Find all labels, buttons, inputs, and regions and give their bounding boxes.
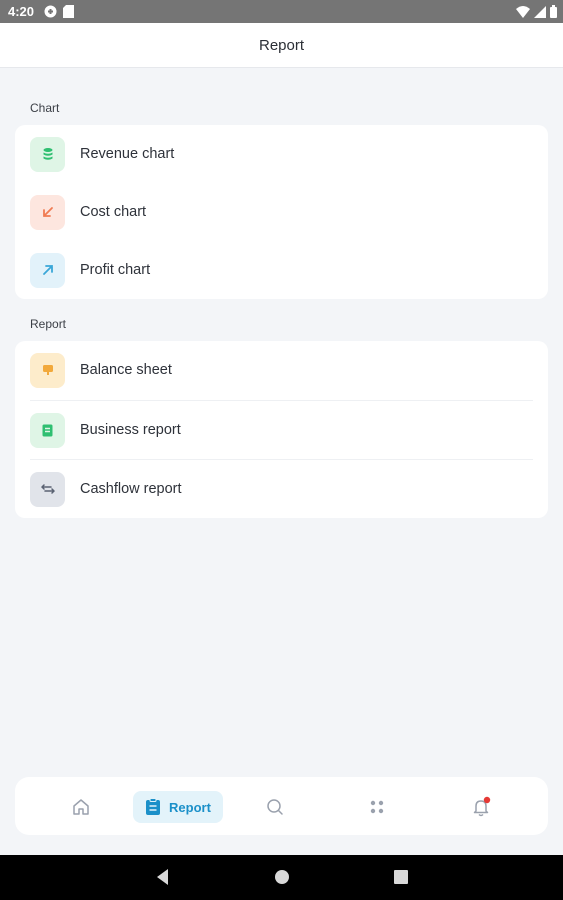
database-icon <box>30 136 65 172</box>
app-header: Report <box>0 23 563 68</box>
nav-apps[interactable] <box>365 791 389 823</box>
list-item-label: Balance sheet <box>80 362 172 378</box>
app-notification-icon <box>44 5 57 18</box>
nav-report[interactable]: Report <box>133 791 223 823</box>
battery-icon <box>550 5 557 18</box>
status-left-icons <box>44 5 74 18</box>
document-icon <box>30 412 65 448</box>
apps-icon <box>370 800 384 814</box>
report-icon <box>146 798 161 815</box>
list-item-profit-chart[interactable]: Profit chart <box>15 241 548 299</box>
list-item-business-report[interactable]: Business report <box>15 401 548 459</box>
bottom-nav: Report <box>15 777 548 835</box>
report-card: Balance sheet Business report Cashflow r… <box>15 341 548 518</box>
status-right-icons <box>516 5 557 18</box>
system-nav-bar <box>0 855 563 900</box>
sd-card-icon <box>63 5 74 18</box>
transfer-icon <box>30 471 65 507</box>
nav-home[interactable] <box>69 791 93 823</box>
nav-notifications[interactable] <box>469 791 493 823</box>
page-title: Report <box>258 36 305 54</box>
list-item-label: Business report <box>80 422 181 438</box>
list-item-cost-chart[interactable]: Cost chart <box>15 183 548 241</box>
search-icon <box>267 799 283 815</box>
home-icon <box>73 799 89 815</box>
section-label-report: Report <box>30 317 67 331</box>
notification-dot <box>483 796 491 804</box>
section-label-chart: Chart <box>30 101 60 115</box>
recents-icon[interactable] <box>394 870 408 884</box>
list-item-cashflow-report[interactable]: Cashflow report <box>15 460 548 518</box>
wifi-icon <box>516 5 530 18</box>
status-bar: 4:20 <box>0 0 563 23</box>
list-item-label: Revenue chart <box>80 146 175 162</box>
bell-icon <box>473 796 491 817</box>
nav-report-label: Report <box>169 799 211 815</box>
arrow-up-right-icon <box>30 252 65 288</box>
status-time: 4:20 <box>8 4 35 19</box>
list-item-revenue-chart[interactable]: Revenue chart <box>15 125 548 183</box>
list-item-label: Profit chart <box>80 262 151 278</box>
arrow-down-left-icon <box>30 194 65 230</box>
home-button-icon[interactable] <box>274 869 290 885</box>
list-item-balance-sheet[interactable]: Balance sheet <box>15 341 548 399</box>
back-icon[interactable] <box>155 868 169 886</box>
balance-icon <box>30 352 65 388</box>
signal-icon <box>534 5 546 18</box>
chart-card: Revenue chart Cost chart Profit chart <box>15 125 548 299</box>
nav-search[interactable] <box>263 791 287 823</box>
list-item-label: Cashflow report <box>80 481 182 497</box>
list-item-label: Cost chart <box>80 204 147 220</box>
